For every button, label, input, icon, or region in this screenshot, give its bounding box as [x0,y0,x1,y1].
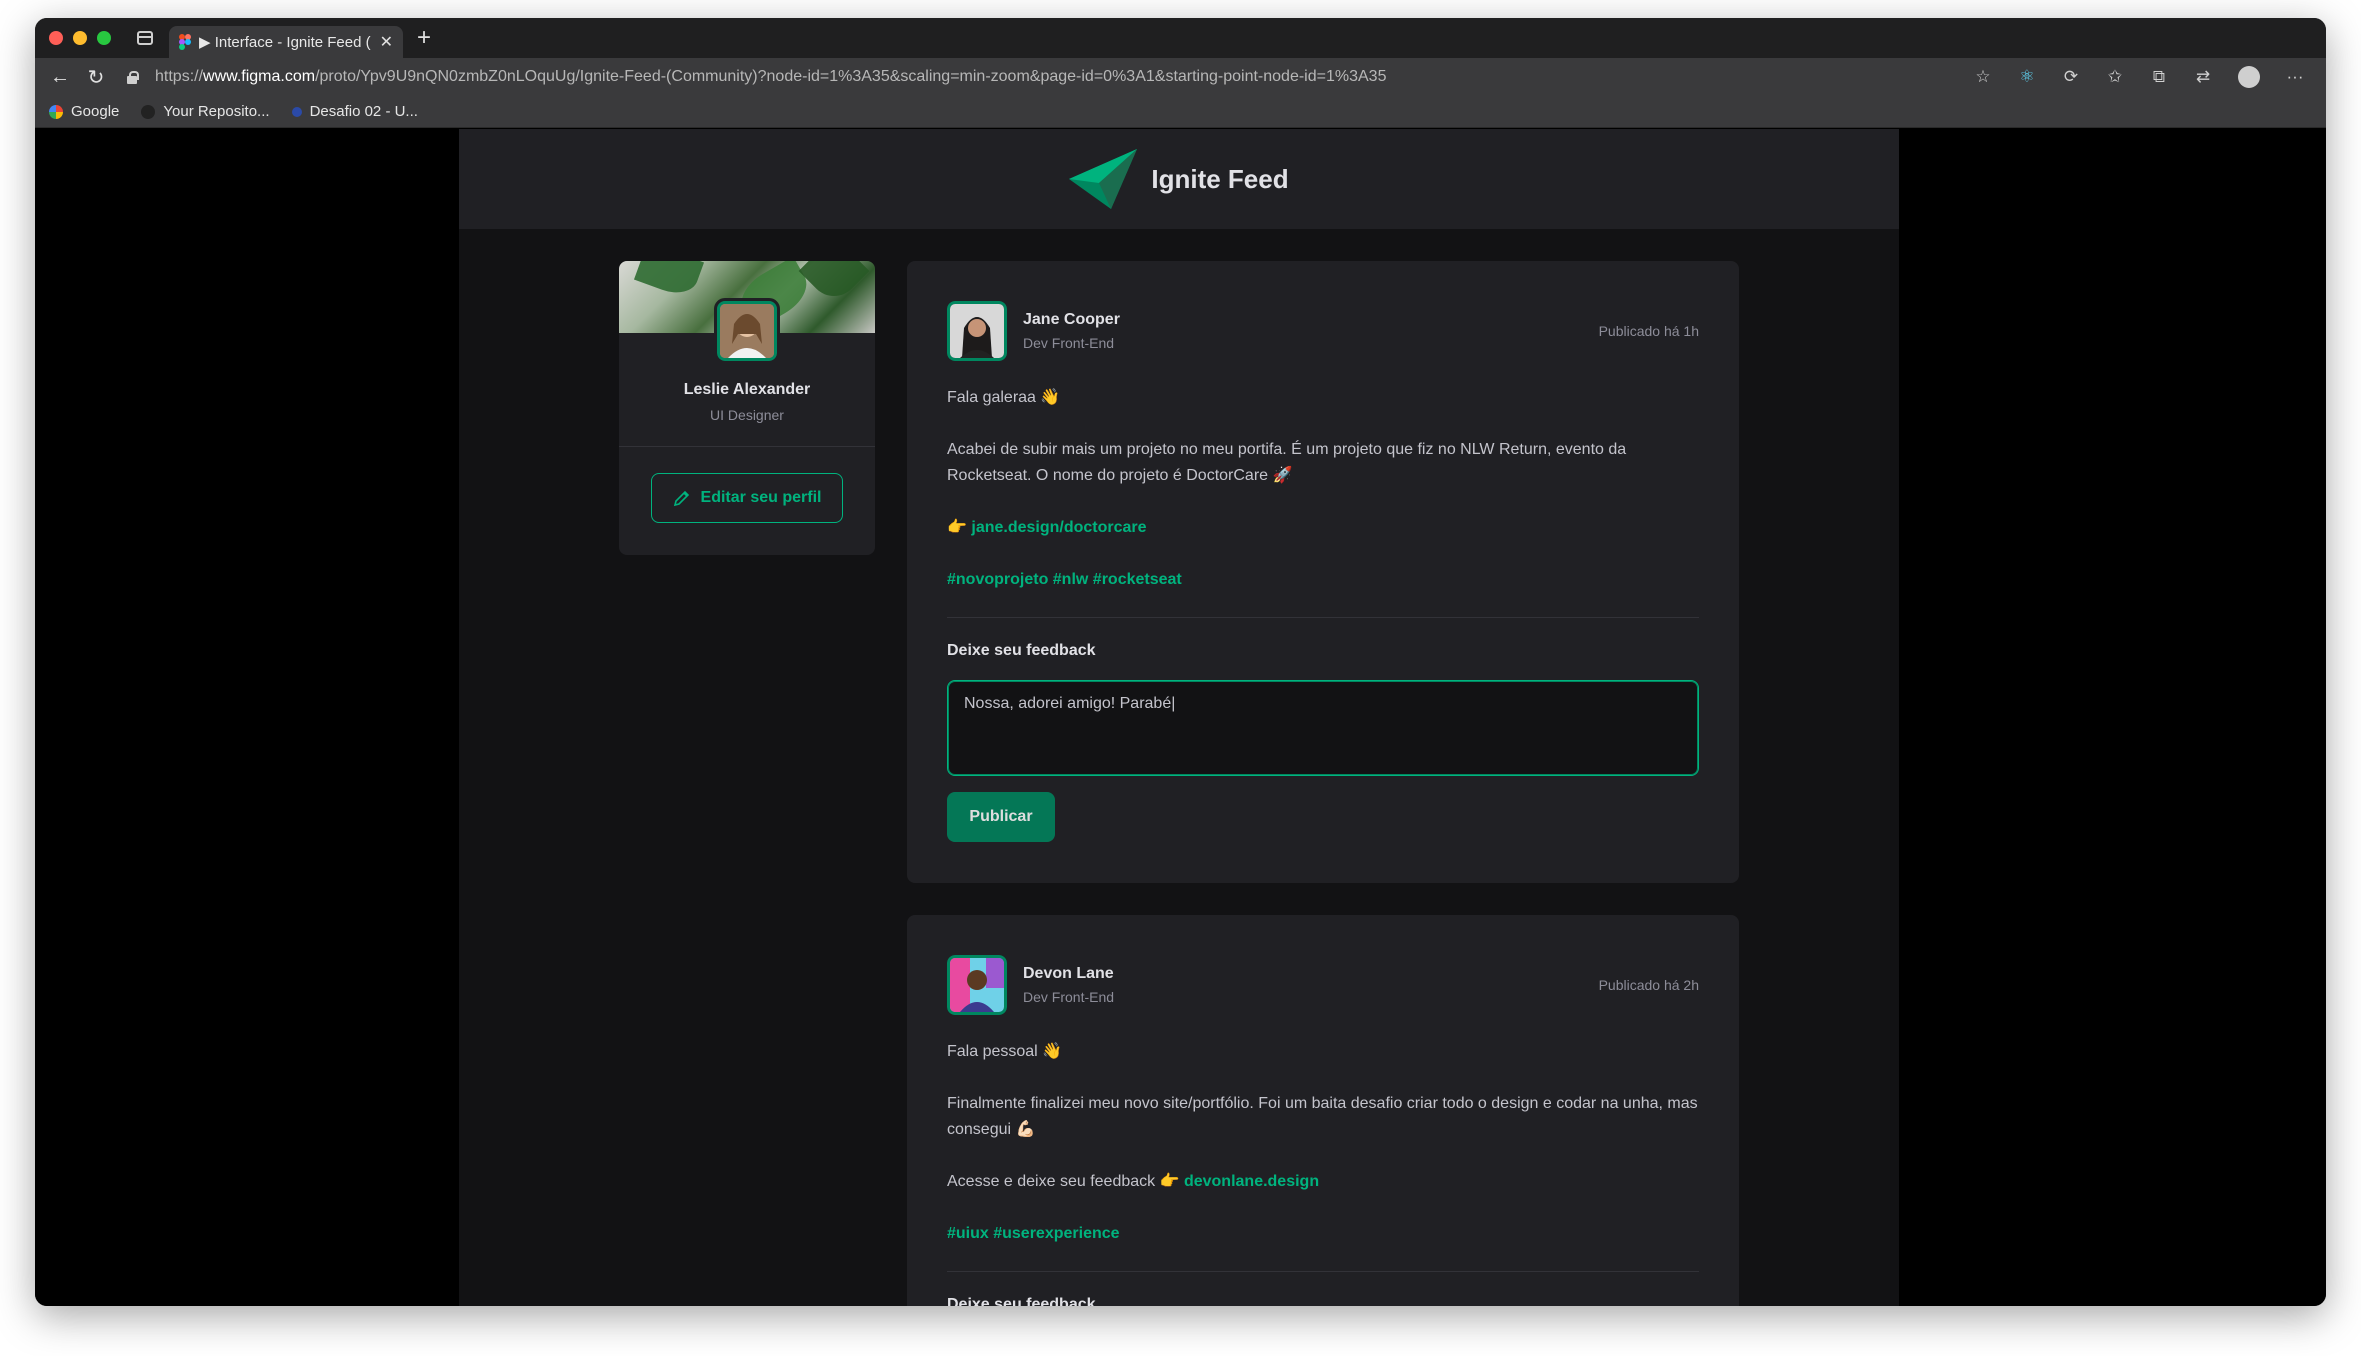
app-title: Ignite Feed [1151,163,1289,194]
react-extension-icon[interactable]: ⚛ [2018,67,2036,86]
close-window-button[interactable] [49,31,63,45]
address-toolbar: ← ↻ https://www.figma.com/proto/Ypv9U9nQ… [35,58,2326,96]
bookmark-desafio[interactable]: Desafio 02 - U... [291,103,418,120]
post-timestamp: Publicado há 1h [1598,323,1699,339]
google-icon [49,104,63,119]
ignite-feed-app: Ignite Feed Leslie Alexander UI Designer… [459,129,1899,1306]
edit-profile-button[interactable]: Editar seu perfil [651,473,843,523]
browser-tab[interactable]: ▶ Interface - Ignite Feed ( ✕ [169,26,403,58]
link-prefix: Acesse e deixe seu feedback 👉 [947,1173,1184,1190]
page-viewport: Ignite Feed Leslie Alexander UI Designer… [35,129,2326,1306]
url-host: www.figma.com [203,68,316,85]
favorites-icon[interactable]: ✩ [2106,67,2124,86]
edit-profile-label: Editar seu perfil [700,489,822,506]
site-icon [291,106,302,117]
post-hashtags[interactable]: #novoprojeto #nlw #rocketseat [947,567,1699,593]
post-timestamp: Publicado há 2h [1598,977,1699,993]
post-content: Fala galeraa 👋 Acabei de subir mais um p… [947,385,1699,593]
collections-icon[interactable]: ⧉ [2150,67,2168,86]
bookmark-label: Desafio 02 - U... [309,103,418,120]
tab-title: ▶ Interface - Ignite Feed ( [199,34,371,51]
app-header: Ignite Feed [459,129,1899,229]
link-prefix: 👉 [947,519,972,536]
bookmark-label: Google [71,103,120,120]
close-tab-icon[interactable]: ✕ [380,32,393,52]
minimize-window-button[interactable] [73,31,87,45]
post-card: Devon Lane Dev Front-End Publicado há 2h… [907,915,1739,1306]
post-link[interactable]: devonlane.design [1184,1173,1319,1190]
url-path: /proto/Ypv9U9nQN0zmbZ0nLOquUg/Ignite-Fee… [315,68,1387,85]
bookmark-label: Your Reposito... [163,103,270,120]
post-greeting: Fala pessoal 👋 [947,1043,1063,1060]
profile-name: Leslie Alexander [683,381,811,398]
tab-strip: ▶ Interface - Ignite Feed ( ✕ + [35,18,2326,58]
profile-avatar[interactable] [714,298,780,364]
extensions-icon[interactable]: ⟳ [2062,67,2080,86]
reload-icon[interactable]: ↻ [85,66,107,89]
author-role: Dev Front-End [1023,335,1115,351]
feedback-title: Deixe seu feedback [947,642,1096,659]
publish-button[interactable]: Publicar [947,792,1055,842]
post-hashtags[interactable]: #uiux #userexperience [947,1221,1699,1247]
post-card: Jane Cooper Dev Front-End Publicado há 1… [907,261,1739,883]
post-text: Finalmente finalizei meu novo site/portf… [947,1095,1698,1138]
new-tab-button[interactable]: + [417,26,431,50]
browser-window: ▶ Interface - Ignite Feed ( ✕ + ← ↻ http… [35,18,2326,1306]
share-icon[interactable]: ⇄ [2194,67,2212,86]
profile-role: UI Designer [710,407,784,423]
author-avatar[interactable] [944,952,1010,1018]
author-avatar[interactable] [944,298,1010,364]
github-icon [141,104,156,119]
post-greeting: Fala galeraa 👋 [947,389,1061,406]
pencil-icon [673,490,689,507]
more-menu-icon[interactable]: ··· [2286,67,2304,86]
feedback-title: Deixe seu feedback [947,1296,1096,1306]
sidebar-toggle-icon[interactable] [137,31,153,45]
window-controls [49,31,111,45]
author-role: Dev Front-End [1023,989,1115,1005]
url-prefix: https:// [155,68,204,85]
post-divider [947,617,1699,618]
post-divider [947,1271,1699,1272]
bookmark-google[interactable]: Google [49,103,119,120]
back-arrow-icon[interactable]: ← [49,66,71,88]
address-bar[interactable]: https://www.figma.com/proto/Ypv9U9nQN0zm… [125,68,1974,86]
lock-icon [125,70,139,84]
bookmarks-bar: Google Your Reposito... Desafio 02 - U..… [35,96,2326,128]
figma-icon [179,34,191,50]
bookmark-repository[interactable]: Your Reposito... [141,103,270,120]
add-favorite-icon[interactable]: ☆ [1974,67,1992,86]
maximize-window-button[interactable] [97,31,111,45]
profile-avatar-icon[interactable] [2238,66,2260,88]
ignite-logo-icon [1069,149,1138,209]
author-name[interactable]: Devon Lane [1023,965,1599,983]
feedback-textarea[interactable]: Nossa, adorei amigo! Parabé| [947,680,1699,776]
author-name[interactable]: Jane Cooper [1023,311,1599,329]
post-content: Fala pessoal 👋 Finalmente finalizei meu … [947,1039,1699,1247]
post-text: Acabei de subir mais um projeto no meu p… [947,441,1627,484]
post-link[interactable]: jane.design/doctorcare [971,519,1146,536]
profile-divider [619,446,875,447]
profile-card: Leslie Alexander UI Designer Editar seu … [619,261,875,555]
